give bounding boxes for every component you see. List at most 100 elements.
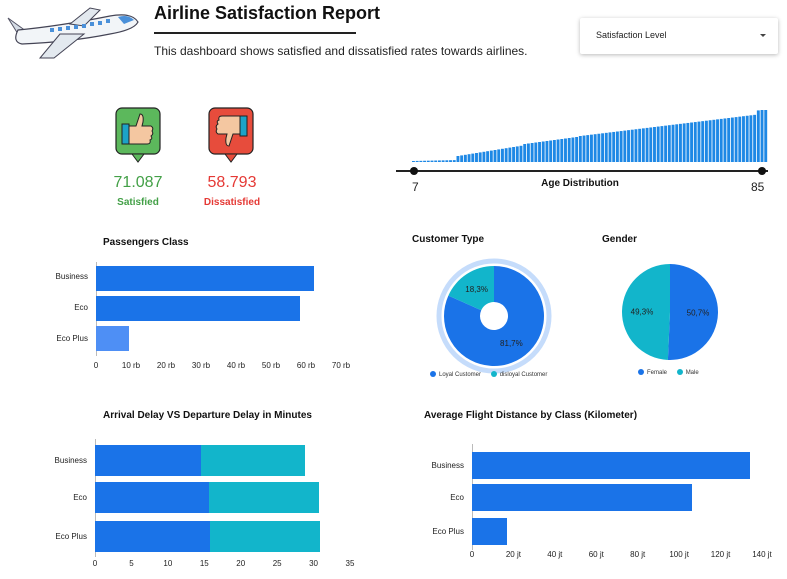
age-bar (749, 115, 753, 162)
delay-chart: Business Eco Eco Plus 0 5 10 15 20 25 30 35 (0, 435, 380, 575)
age-bar (656, 126, 660, 162)
page-title: Airline Satisfaction Report (154, 3, 381, 23)
age-bar (753, 114, 757, 162)
age-bar (734, 117, 738, 162)
category-label: Business (55, 272, 88, 281)
age-bar (615, 131, 619, 162)
age-bar (412, 161, 415, 162)
age-bar (601, 133, 605, 162)
legend-item: Female (638, 369, 667, 376)
x-tick-label: 40 jt (547, 550, 563, 559)
thumbs-up-icon (112, 104, 164, 166)
age-bar (519, 145, 523, 162)
age-bar (549, 140, 553, 162)
age-bar (723, 118, 727, 162)
dissatisfied-count: 58.793 (207, 174, 257, 191)
age-bar (437, 160, 441, 162)
age-bar (478, 152, 482, 162)
legend-label: disloyal Customer (499, 371, 548, 378)
age-bar (641, 128, 645, 162)
age-bar (538, 142, 541, 162)
legend-label: Male (685, 369, 699, 376)
page-subtitle: This dashboard shows satisfied and dissa… (154, 44, 528, 58)
gender-title: Gender (602, 234, 638, 245)
legend-item: disloyal Customer (490, 371, 548, 378)
age-bar (463, 154, 467, 162)
x-tick-label: 20 jt (505, 550, 521, 559)
age-bar (630, 129, 634, 162)
x-tick-label: 80 jt (630, 550, 646, 559)
passengers-class-chart: Business Eco Eco Plus 0 10 rb 20 rb 30 rb 40… (0, 258, 380, 378)
age-bar (452, 160, 456, 162)
age-bar (419, 160, 423, 162)
age-bar (471, 153, 475, 162)
x-tick-label: 25 (272, 559, 282, 568)
legend-item: Male (676, 369, 699, 376)
x-tick-label: 40 rb (226, 361, 246, 370)
age-bar (489, 150, 493, 162)
x-tick-label: 50 rb (261, 361, 281, 370)
age-bar (504, 148, 508, 162)
age-bar (423, 160, 427, 162)
slider-handle-min[interactable] (410, 167, 418, 175)
x-tick-label: 30 (309, 559, 319, 568)
slice-value-label: 18,3% (465, 285, 488, 294)
age-bar (756, 110, 760, 162)
age-histogram (412, 100, 768, 162)
age-bar (415, 160, 419, 162)
category-label: Eco Plus (432, 527, 464, 536)
x-tick-label: 0 (469, 550, 475, 559)
legend-swatch (430, 371, 436, 377)
bar (96, 266, 314, 291)
satisfied-count: 71.087 (113, 174, 163, 191)
age-range-slider[interactable] (396, 164, 768, 178)
category-label: Eco (74, 303, 88, 312)
x-tick-label: 15 (199, 559, 209, 568)
age-bar (486, 151, 490, 162)
age-bar (571, 137, 575, 162)
x-tick-label: 0 (92, 559, 98, 568)
x-tick-label: 60 jt (588, 550, 604, 559)
stacked-bar-segment (210, 521, 321, 552)
stacked-bar-segment (95, 445, 201, 476)
age-bar (526, 143, 530, 162)
category-label: Eco (73, 493, 87, 502)
age-bar (660, 126, 664, 162)
legend-item: Loyal Customer (430, 371, 481, 378)
age-bar (530, 143, 534, 162)
age-bar (708, 120, 712, 162)
bar (96, 326, 129, 351)
satisfaction-level-dropdown[interactable]: Satisfaction Level (580, 18, 778, 54)
age-bar (693, 122, 697, 162)
age-bar (627, 130, 630, 162)
legend-swatch (638, 369, 644, 375)
age-bar (497, 149, 501, 162)
distance-chart: Business Eco Eco Plus 0 20 jt 40 jt 60 jt 80… (390, 440, 787, 575)
dissatisfied-label: Dissatisfied (203, 197, 261, 208)
age-bar (467, 154, 471, 162)
stacked-bar-segment (95, 521, 211, 552)
age-bar (634, 129, 638, 162)
age-bar (623, 130, 627, 162)
bar (472, 518, 507, 545)
bar (472, 452, 750, 479)
age-bar (493, 150, 497, 162)
age-bar (667, 125, 671, 162)
bar (96, 296, 301, 321)
stacked-bar-segment (208, 482, 319, 513)
age-bar (675, 124, 679, 162)
age-bar (716, 119, 719, 162)
age-bar (541, 141, 545, 162)
airplane-logo (0, 0, 150, 62)
age-bar (460, 155, 464, 162)
slice-value-label: 50,7% (687, 309, 710, 318)
age-bar (441, 160, 445, 162)
gender-pie: 50,7% 49,3% (620, 262, 720, 362)
x-tick-label: 70 rb (331, 361, 351, 370)
age-bar (664, 125, 668, 162)
age-bar (567, 138, 571, 162)
age-bar (686, 122, 690, 162)
age-bar (534, 142, 538, 162)
age-bar (590, 134, 593, 162)
slider-handle-max[interactable] (758, 167, 766, 175)
